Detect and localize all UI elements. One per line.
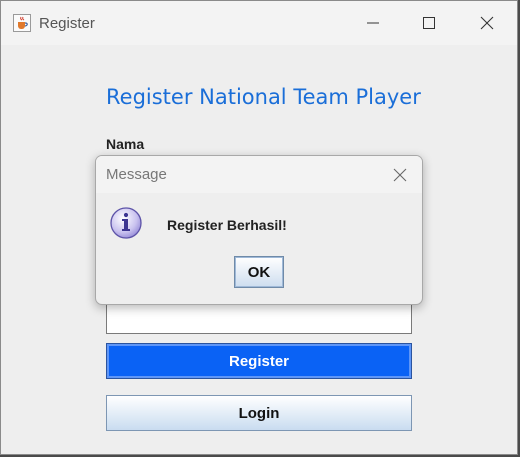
close-button[interactable]: [459, 1, 515, 45]
dialog-title-bar[interactable]: Message: [96, 156, 422, 193]
maximize-button[interactable]: [401, 1, 457, 45]
nama-label: Nama: [106, 136, 145, 152]
dialog-close-button[interactable]: [392, 167, 408, 183]
page-title: Register National Team Player: [106, 85, 421, 109]
text-field[interactable]: [106, 300, 412, 334]
title-bar[interactable]: Register: [1, 1, 517, 45]
window-title: Register: [39, 15, 95, 32]
minimize-button[interactable]: [345, 1, 401, 45]
login-button[interactable]: Login: [106, 395, 412, 431]
register-button[interactable]: Register: [106, 343, 412, 379]
close-icon: [393, 168, 407, 182]
dialog-message: Register Berhasil!: [167, 217, 287, 233]
maximize-icon: [423, 17, 435, 29]
java-cup-icon: [13, 14, 31, 32]
info-icon: [109, 206, 143, 240]
dialog-title: Message: [106, 166, 167, 183]
message-dialog: Message Register Berhasil! OK: [95, 155, 423, 305]
minimize-icon: [367, 22, 379, 24]
ok-button[interactable]: OK: [234, 256, 284, 288]
close-icon: [480, 16, 494, 30]
